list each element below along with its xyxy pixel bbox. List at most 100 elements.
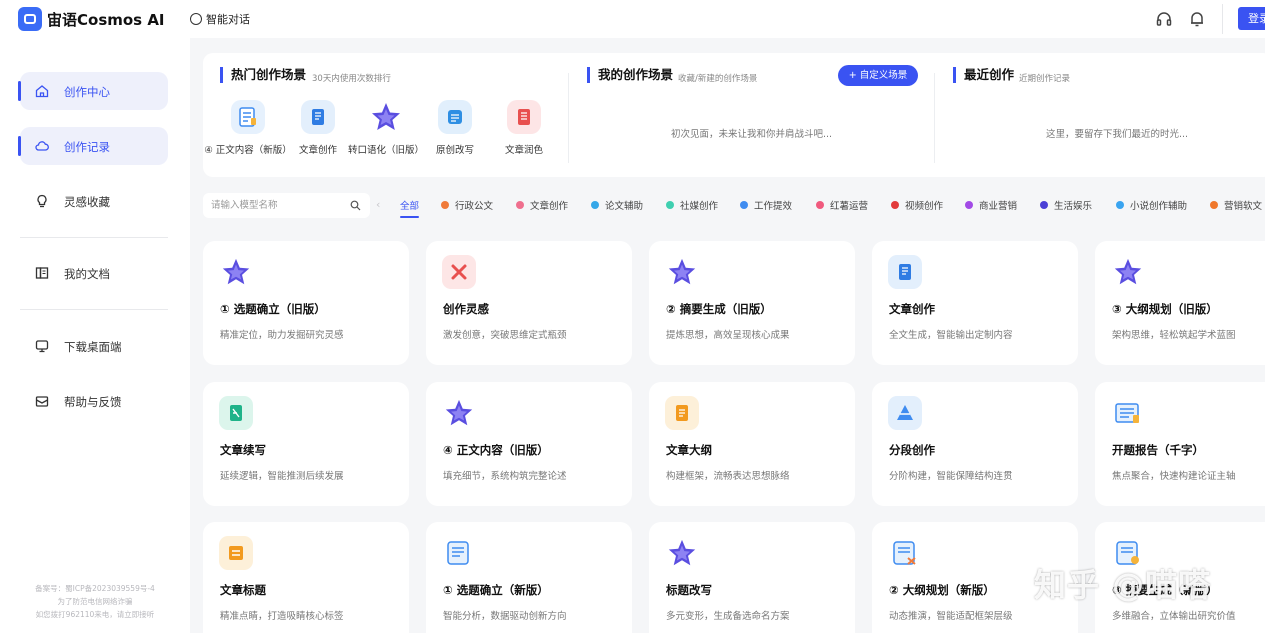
card-title: ② 摘要生成（旧版）: [666, 302, 772, 316]
star-icon: [369, 100, 403, 134]
category-dot-icon: [816, 201, 824, 209]
category-dot-icon: [1040, 201, 1048, 209]
card-description: 构建框架，流畅表达思想脉络: [666, 471, 790, 482]
model-card[interactable]: ① 选题确立（新版） 智能分析，数据驱动创新方向: [426, 522, 632, 633]
category-tab[interactable]: 商业营销: [965, 198, 1017, 212]
model-search-input[interactable]: [211, 198, 341, 213]
category-dot-icon: [591, 201, 599, 209]
category-all[interactable]: 全部: [400, 198, 420, 218]
sidebar-item-label: 灵感收藏: [64, 195, 110, 209]
top-divider: [1222, 4, 1223, 34]
card-description: 提炼思想，高效呈现核心成果: [666, 330, 790, 341]
icp-footer: 备案号：蜀ICP备2023039559号-4 为了防范电信网络诈骗 如您拨打96…: [10, 582, 180, 621]
my-scenes-empty-text: 初次见面，未来让我和你并肩战斗吧...: [671, 129, 833, 140]
category-label: 视频创作: [905, 201, 944, 212]
notebook-icon: [888, 255, 922, 289]
category-tab[interactable]: 论文辅助: [591, 198, 643, 212]
category-dot-icon: [1116, 201, 1124, 209]
recent-empty-text: 这里，要留存下我们最近的时光...: [1046, 129, 1189, 140]
notebook-icon: [301, 100, 335, 134]
logo-icon[interactable]: [18, 7, 42, 31]
smart-chat-link[interactable]: 智能对话: [190, 11, 250, 27]
sidebar-item-creation-records[interactable]: 创作记录: [18, 127, 168, 165]
category-label: 论文辅助: [605, 201, 644, 212]
cloud-icon: [35, 141, 49, 151]
bell-icon[interactable]: [1188, 10, 1206, 28]
sidebar-item-download-desktop[interactable]: 下载桌面端: [20, 327, 168, 365]
model-card[interactable]: 分段创作 分阶构建，智能保障结构连贯: [872, 382, 1078, 506]
sidebar-divider: [20, 309, 168, 310]
search-icon[interactable]: [350, 200, 361, 211]
headset-icon[interactable]: [1155, 10, 1173, 28]
report-icon: [1111, 396, 1145, 430]
category-dot-icon: [891, 201, 899, 209]
category-label: 行政公文: [455, 201, 494, 212]
model-card[interactable]: 开题报告（千字） 焦点聚合，快速构建论证主轴: [1095, 382, 1265, 506]
sidebar-item-creation-center[interactable]: 创作中心: [18, 72, 168, 110]
card-title: 文章标题: [220, 583, 266, 597]
lightbulb-icon: [37, 194, 47, 208]
category-label: 生活娱乐: [1054, 201, 1093, 212]
hot-scene-item[interactable]: 文章润色: [479, 100, 569, 156]
sidebar-item-label: 下载桌面端: [64, 340, 122, 354]
sidebar-item-label: 帮助与反馈: [64, 395, 122, 409]
card-description: 动态推演，智能适配框架层级: [889, 611, 1013, 622]
checklist-icon: [442, 536, 476, 570]
pyramid-icon: [888, 396, 922, 430]
sidebar: 创作中心 创作记录 灵感收藏 我的文档 下载桌面端 帮助与反馈 备案号：蜀ICP…: [0, 38, 190, 633]
card-description: 多元变形，生成备选命名方案: [666, 611, 790, 622]
chat-bubble-icon: [190, 13, 202, 25]
model-card[interactable]: ④ 正文内容（旧版） 填充细节，系统构筑完整论述: [426, 382, 632, 506]
star-icon: [665, 255, 699, 289]
category-tab[interactable]: 行政公文: [441, 198, 493, 212]
category-label: 商业营销: [979, 201, 1018, 212]
top-bar: 宙语Cosmos AI 智能对话 登录: [0, 0, 1265, 38]
card-description: 精准点睛，打造吸睛核心标签: [220, 611, 344, 622]
category-tab[interactable]: 生活娱乐: [1040, 198, 1092, 212]
hot-scenes-title: 热门创作场景: [220, 67, 306, 83]
card-description: 智能分析，数据驱动创新方向: [443, 611, 567, 622]
category-tab[interactable]: 视频创作: [891, 198, 943, 212]
watermark: 知乎 @喵嗒: [1034, 566, 1212, 604]
category-tab[interactable]: 社媒创作: [666, 198, 718, 212]
sidebar-item-inspiration[interactable]: 灵感收藏: [20, 182, 168, 220]
model-card[interactable]: 创作灵感 激发创意，突破思维定式瓶颈: [426, 241, 632, 365]
chevron-left-icon[interactable]: ‹: [376, 198, 380, 211]
model-card[interactable]: 文章创作 全文生成，智能输出定制内容: [872, 241, 1078, 365]
card-title: 标题改写: [666, 583, 712, 597]
model-card[interactable]: ① 选题确立（旧版） 精准定位，助力发掘研究灵感: [203, 241, 409, 365]
app-name[interactable]: 宙语Cosmos AI: [47, 9, 165, 30]
sidebar-item-label: 我的文档: [64, 267, 110, 281]
custom-scene-button[interactable]: + 自定义场景: [838, 65, 918, 86]
login-button[interactable]: 登录: [1238, 7, 1265, 30]
model-card[interactable]: ② 摘要生成（旧版） 提炼思想，高效呈现核心成果: [649, 241, 855, 365]
star-icon: [665, 536, 699, 570]
polish-icon: [507, 100, 541, 134]
card-description: 全文生成，智能输出定制内容: [889, 330, 1013, 341]
model-card[interactable]: 标题改写 多元变形，生成备选命名方案: [649, 522, 855, 633]
card-title: ④ 正文内容（旧版）: [443, 443, 549, 457]
category-tab[interactable]: 红薯运营: [816, 198, 868, 212]
card-title: 开题报告（千字）: [1112, 443, 1204, 457]
hot-scene-label: 文章润色: [504, 145, 543, 156]
category-tab[interactable]: 营销软文: [1210, 198, 1262, 212]
book-icon: [35, 267, 49, 279]
card-description: 延续逻辑，智能推测后续发展: [220, 471, 344, 482]
category-tab[interactable]: 工作提效: [740, 198, 792, 212]
sidebar-item-help-feedback[interactable]: 帮助与反馈: [20, 382, 168, 420]
model-card[interactable]: ③ 大纲规划（旧版） 架构思维，轻松筑起学术蓝图: [1095, 241, 1265, 365]
model-card[interactable]: 文章标题 精准点睛，打造吸睛核心标签: [203, 522, 409, 633]
category-label: 小说创作辅助: [1130, 201, 1188, 212]
card-description: 填充细节，系统构筑完整论述: [443, 471, 567, 482]
sidebar-item-my-docs[interactable]: 我的文档: [20, 254, 168, 292]
category-dot-icon: [1210, 201, 1218, 209]
doc-green-icon: [219, 396, 253, 430]
card-description: 架构思维，轻松筑起学术蓝图: [1112, 330, 1236, 341]
category-tab[interactable]: 文章创作: [516, 198, 568, 212]
model-card[interactable]: 文章大纲 构建框架，流畅表达思想脉络: [649, 382, 855, 506]
footer-line: 备案号：蜀ICP备2023039559号-4: [35, 584, 155, 593]
category-tab[interactable]: 小说创作辅助: [1116, 198, 1187, 212]
card-description: 焦点聚合，快速构建论证主轴: [1112, 471, 1236, 482]
model-card[interactable]: 文章续写 延续逻辑，智能推测后续发展: [203, 382, 409, 506]
model-search: [203, 193, 370, 218]
